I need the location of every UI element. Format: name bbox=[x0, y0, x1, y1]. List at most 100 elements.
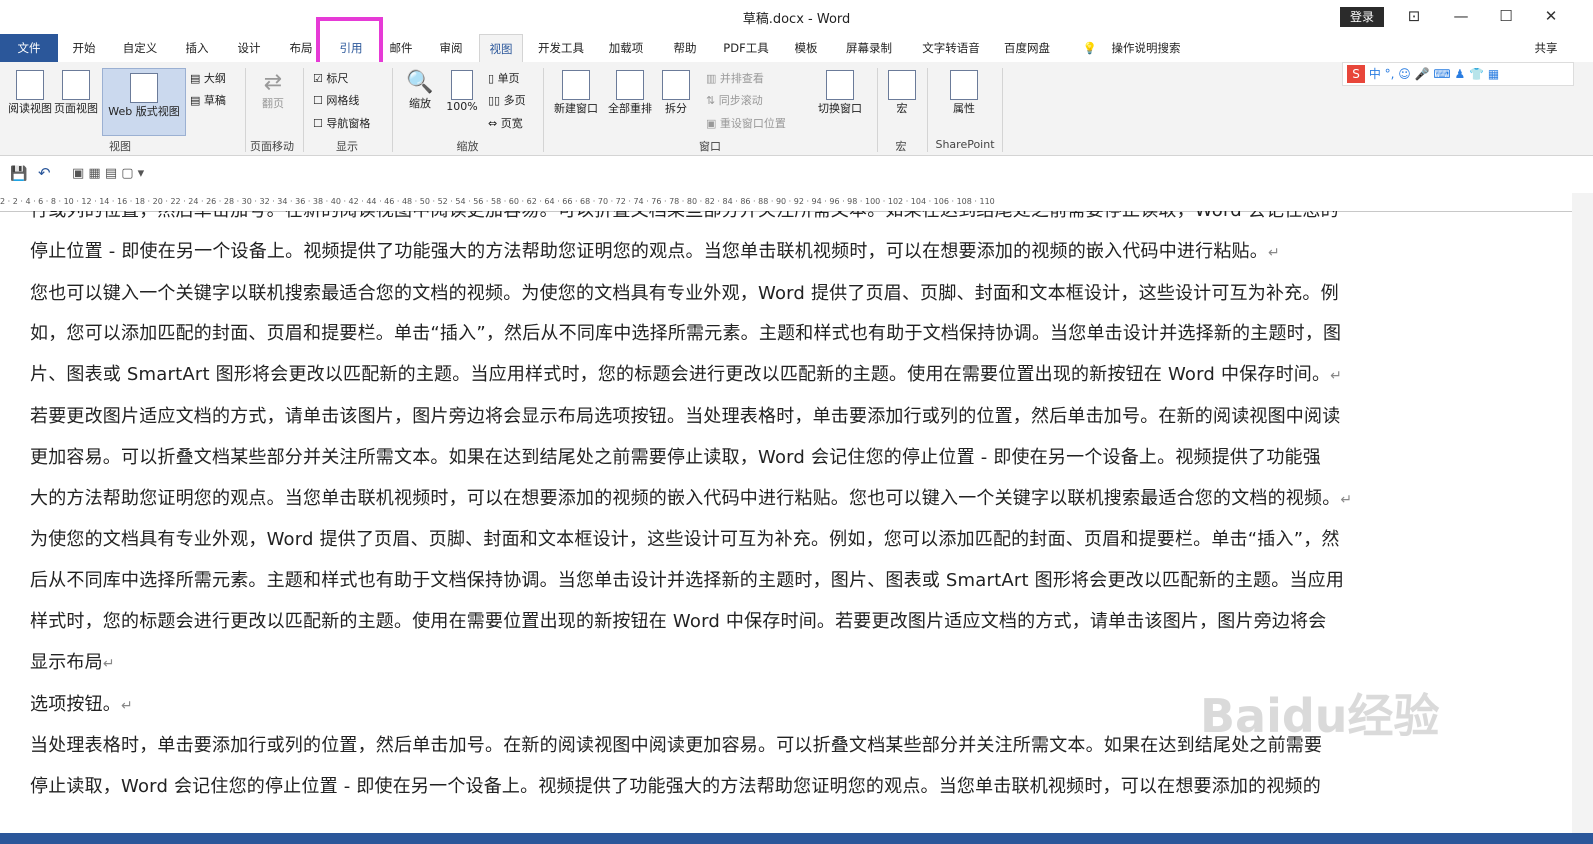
flip-page-icon: ⇄ bbox=[263, 70, 283, 95]
magnifier-icon: 🔍 bbox=[406, 70, 434, 95]
multi-page-label: 多页 bbox=[503, 94, 526, 107]
zoom-100-button[interactable]: 100% bbox=[442, 70, 482, 113]
reset-window-label: 重设窗口位置 bbox=[719, 117, 786, 130]
vertical-scrollbar[interactable] bbox=[1572, 193, 1593, 833]
undo-icon[interactable]: ↶ bbox=[38, 164, 51, 182]
sync-scroll-label: 同步滚动 bbox=[718, 94, 763, 107]
separator bbox=[927, 68, 928, 152]
reset-window-button[interactable]: ▣ 重设窗口位置 bbox=[706, 115, 786, 131]
doc-line: 若要更改图片适应文档的方式，请单击该图片，图片旁边将会显示布局选项按钮。当处理表… bbox=[30, 405, 1341, 427]
draft-button[interactable]: ▤ 草稿 bbox=[190, 92, 226, 108]
ruler-label: 标尺 bbox=[326, 72, 349, 85]
new-window-button[interactable]: 新建窗口 bbox=[550, 70, 602, 116]
horizontal-ruler[interactable]: 2 · 2 · 4 · 6 · 8 · 10 · 12 · 14 · 16 · … bbox=[0, 193, 1593, 212]
separator bbox=[543, 68, 544, 152]
properties-icon bbox=[950, 70, 978, 100]
close-icon[interactable]: ✕ bbox=[1537, 4, 1565, 28]
tab-review[interactable]: 审阅 bbox=[430, 34, 472, 62]
tab-tts[interactable]: 文字转语音 bbox=[914, 34, 988, 62]
side-by-side-button[interactable]: ▥ 并排查看 bbox=[706, 70, 764, 86]
properties-button[interactable]: 属性 bbox=[946, 70, 982, 116]
page-width-button[interactable]: ⇔ 页宽 bbox=[488, 115, 523, 131]
tab-template[interactable]: 模板 bbox=[786, 34, 826, 62]
quick-access-toolbar: 💾 ↶ ▣ ▦ ▤ ▢ ▾ bbox=[0, 156, 1593, 192]
tab-custom[interactable]: 自定义 bbox=[114, 34, 166, 62]
outline-label: 大纲 bbox=[203, 72, 226, 85]
doc-line: 大的方法帮助您证明您的观点。当您单击联机视频时，可以在想要添加的视频的嵌入代码中… bbox=[30, 487, 1353, 509]
split-button[interactable]: 拆分 bbox=[658, 70, 694, 116]
paragraph-mark-icon: ↵ bbox=[1267, 244, 1280, 261]
read-mode-icon bbox=[16, 70, 44, 100]
tab-file[interactable]: 文件 bbox=[0, 34, 58, 62]
web-layout-label: Web 版式视图 bbox=[108, 105, 180, 118]
tab-view[interactable]: 视图 bbox=[479, 34, 523, 63]
arrange-all-icon bbox=[616, 70, 644, 100]
flip-page-button[interactable]: ⇄ 翻页 bbox=[255, 70, 291, 111]
read-mode-label: 阅读视图 bbox=[8, 102, 52, 115]
macro-label: 宏 bbox=[896, 102, 908, 115]
one-page-icon: ▯ bbox=[488, 72, 495, 85]
switch-window-button[interactable]: 切换窗口 bbox=[812, 70, 868, 116]
multi-page-icon: ▯▯ bbox=[488, 94, 501, 107]
doc-line: 更加容易。可以折叠文档某些部分并关注所需文本。如果在达到结尾处之前需要停止读取，… bbox=[30, 446, 1321, 468]
tab-addins[interactable]: 加载项 bbox=[602, 34, 650, 62]
toolbar-icons[interactable]: ▣ ▦ ▤ ▢ ▾ bbox=[72, 166, 144, 181]
nav-pane-label: 导航窗格 bbox=[326, 117, 371, 130]
tell-me-search[interactable]: 操作说明搜索 bbox=[1104, 34, 1188, 62]
separator bbox=[877, 68, 878, 152]
save-icon[interactable]: 💾 bbox=[10, 166, 27, 182]
ruler-ticks: 2 · 2 · 4 · 6 · 8 · 10 · 12 · 14 · 16 · … bbox=[0, 197, 995, 206]
ime-toolbar[interactable]: S 中 °, ☺ 🎤 ⌨ ♟ 👕 ▦ bbox=[1342, 62, 1574, 86]
ribbon-tabs: 文件 开始 自定义 插入 设计 布局 引用 邮件 审阅 视图 开发工具 加载项 … bbox=[0, 34, 1593, 63]
group-window-label: 窗口 bbox=[699, 140, 721, 153]
doc-line: 为使您的文档具有专业外观，Word 提供了页眉、页脚、封面和文本框设计，这些设计… bbox=[30, 529, 1340, 551]
sogou-logo-icon: S bbox=[1347, 65, 1365, 83]
switch-window-label: 切换窗口 bbox=[818, 102, 862, 115]
new-window-icon bbox=[562, 70, 590, 100]
tab-help[interactable]: 帮助 bbox=[664, 34, 706, 62]
zoom-100-icon bbox=[451, 70, 473, 100]
login-button[interactable]: 登录 bbox=[1340, 7, 1384, 27]
minimize-icon[interactable]: — bbox=[1447, 4, 1475, 28]
read-mode-button[interactable]: 阅读视图 bbox=[8, 70, 52, 116]
split-icon bbox=[662, 70, 690, 100]
arrange-all-button[interactable]: 全部重排 bbox=[604, 70, 656, 116]
side-by-side-icon: ▥ bbox=[706, 72, 717, 85]
tab-developer[interactable]: 开发工具 bbox=[532, 34, 590, 62]
ruler-checkbox[interactable]: ☑ 标尺 bbox=[313, 70, 348, 86]
flip-page-label: 翻页 bbox=[262, 97, 284, 110]
separator bbox=[303, 68, 304, 152]
macro-button[interactable]: 宏 bbox=[886, 70, 918, 116]
web-layout-icon bbox=[130, 73, 158, 103]
tab-home[interactable]: 开始 bbox=[64, 34, 104, 62]
zoom-button[interactable]: 🔍 缩放 bbox=[402, 70, 438, 111]
baidu-watermark: Baidu经验 bbox=[1200, 689, 1440, 743]
tab-pdf[interactable]: PDF工具 bbox=[716, 34, 776, 62]
outline-button[interactable]: ▤ 大纲 bbox=[190, 70, 226, 86]
ime-mode: 中 bbox=[1368, 67, 1381, 81]
tab-screen-record[interactable]: 屏幕录制 bbox=[838, 34, 900, 62]
share-button[interactable]: 共享 bbox=[1522, 34, 1570, 62]
group-sharepoint-label: SharePoint bbox=[935, 138, 995, 151]
tab-design[interactable]: 设计 bbox=[228, 34, 270, 62]
doc-line: 停止位置 - 即使在另一个设备上。视频提供了功能强大的方法帮助您证明您的观点。当… bbox=[30, 240, 1280, 262]
paragraph-mark-icon: ↵ bbox=[1330, 368, 1343, 385]
ribbon-display-icon[interactable]: ⊡ bbox=[1400, 4, 1428, 28]
tab-baidu-pan[interactable]: 百度网盘 bbox=[996, 34, 1058, 62]
new-window-label: 新建窗口 bbox=[554, 102, 598, 115]
gridlines-checkbox[interactable]: ☐ 网格线 bbox=[313, 92, 359, 108]
print-layout-icon bbox=[62, 70, 90, 100]
tab-mailings[interactable]: 邮件 bbox=[380, 34, 422, 62]
page-width-label: 页宽 bbox=[500, 117, 523, 130]
tab-insert[interactable]: 插入 bbox=[176, 34, 218, 62]
nav-pane-checkbox[interactable]: ☐ 导航窗格 bbox=[313, 115, 370, 131]
multi-page-button[interactable]: ▯▯ 多页 bbox=[488, 92, 526, 108]
checkbox-checked-icon: ☑ bbox=[313, 72, 323, 85]
one-page-button[interactable]: ▯ 单页 bbox=[488, 70, 520, 86]
sync-scroll-button[interactable]: ⇅ 同步滚动 bbox=[706, 92, 763, 108]
switch-window-icon bbox=[826, 70, 854, 100]
maximize-icon[interactable]: ☐ bbox=[1492, 4, 1520, 28]
page-width-icon: ⇔ bbox=[488, 117, 498, 130]
web-layout-button[interactable]: Web 版式视图 bbox=[102, 68, 186, 136]
print-layout-button[interactable]: 页面视图 bbox=[52, 70, 100, 116]
